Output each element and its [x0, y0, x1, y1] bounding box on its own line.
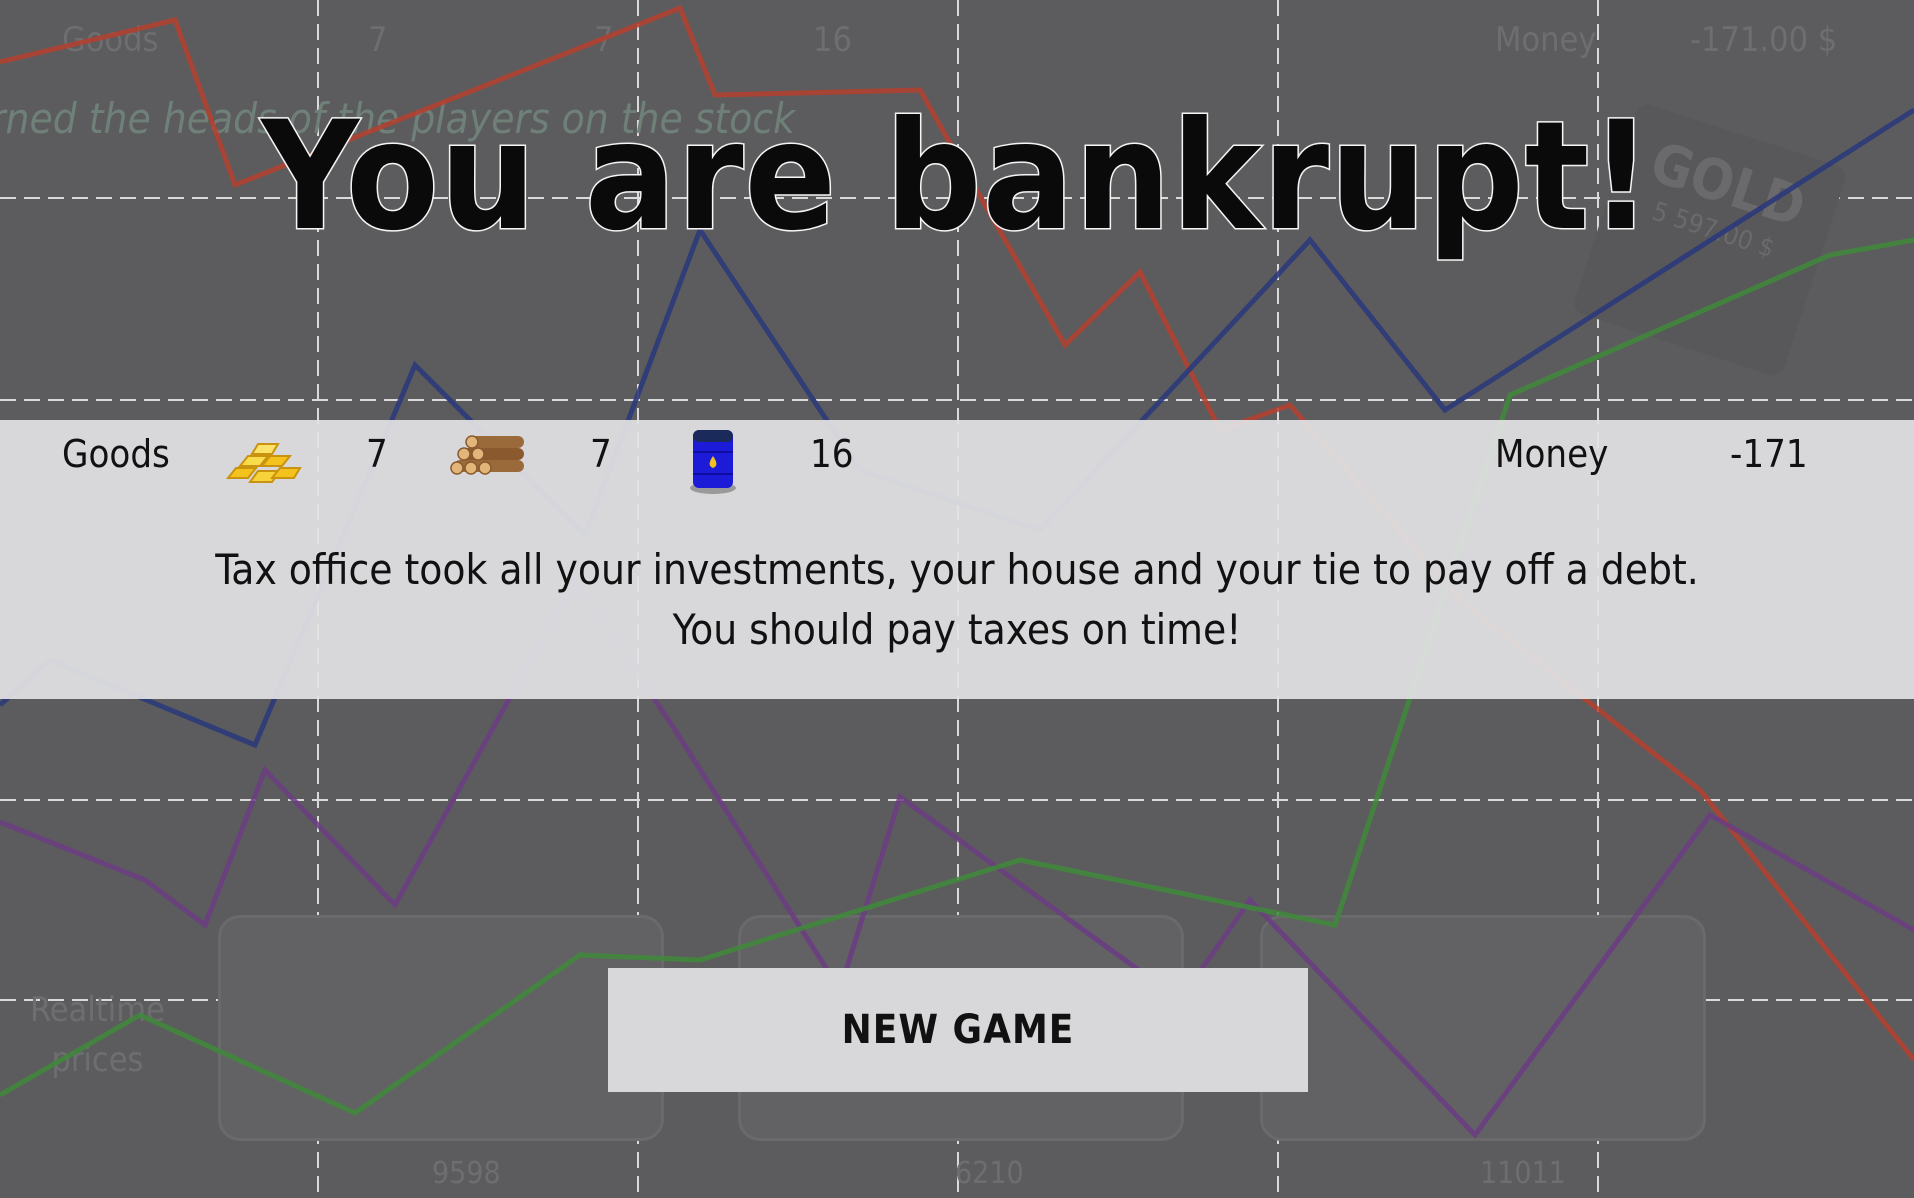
wood-count: 7 [590, 432, 612, 476]
money-label: Money [1495, 432, 1609, 476]
wood-logs-icon [450, 435, 524, 475]
bankrupt-title: You are bankrupt! [260, 89, 1654, 266]
money-value: -171 [1730, 432, 1808, 476]
oil-count: 16 [810, 432, 854, 476]
message-line-2: You should pay taxes on time! [672, 605, 1242, 654]
message-line-1: Tax office took all your investments, yo… [215, 545, 1699, 594]
gold-count: 7 [366, 432, 388, 476]
gold-bars-icon [225, 443, 302, 483]
goods-label: Goods [62, 432, 170, 476]
new-game-button[interactable]: NEW GAME [608, 968, 1308, 1092]
bankrupt-message: Tax office took all your investments, yo… [0, 540, 1914, 660]
oil-barrel-icon [690, 430, 736, 494]
